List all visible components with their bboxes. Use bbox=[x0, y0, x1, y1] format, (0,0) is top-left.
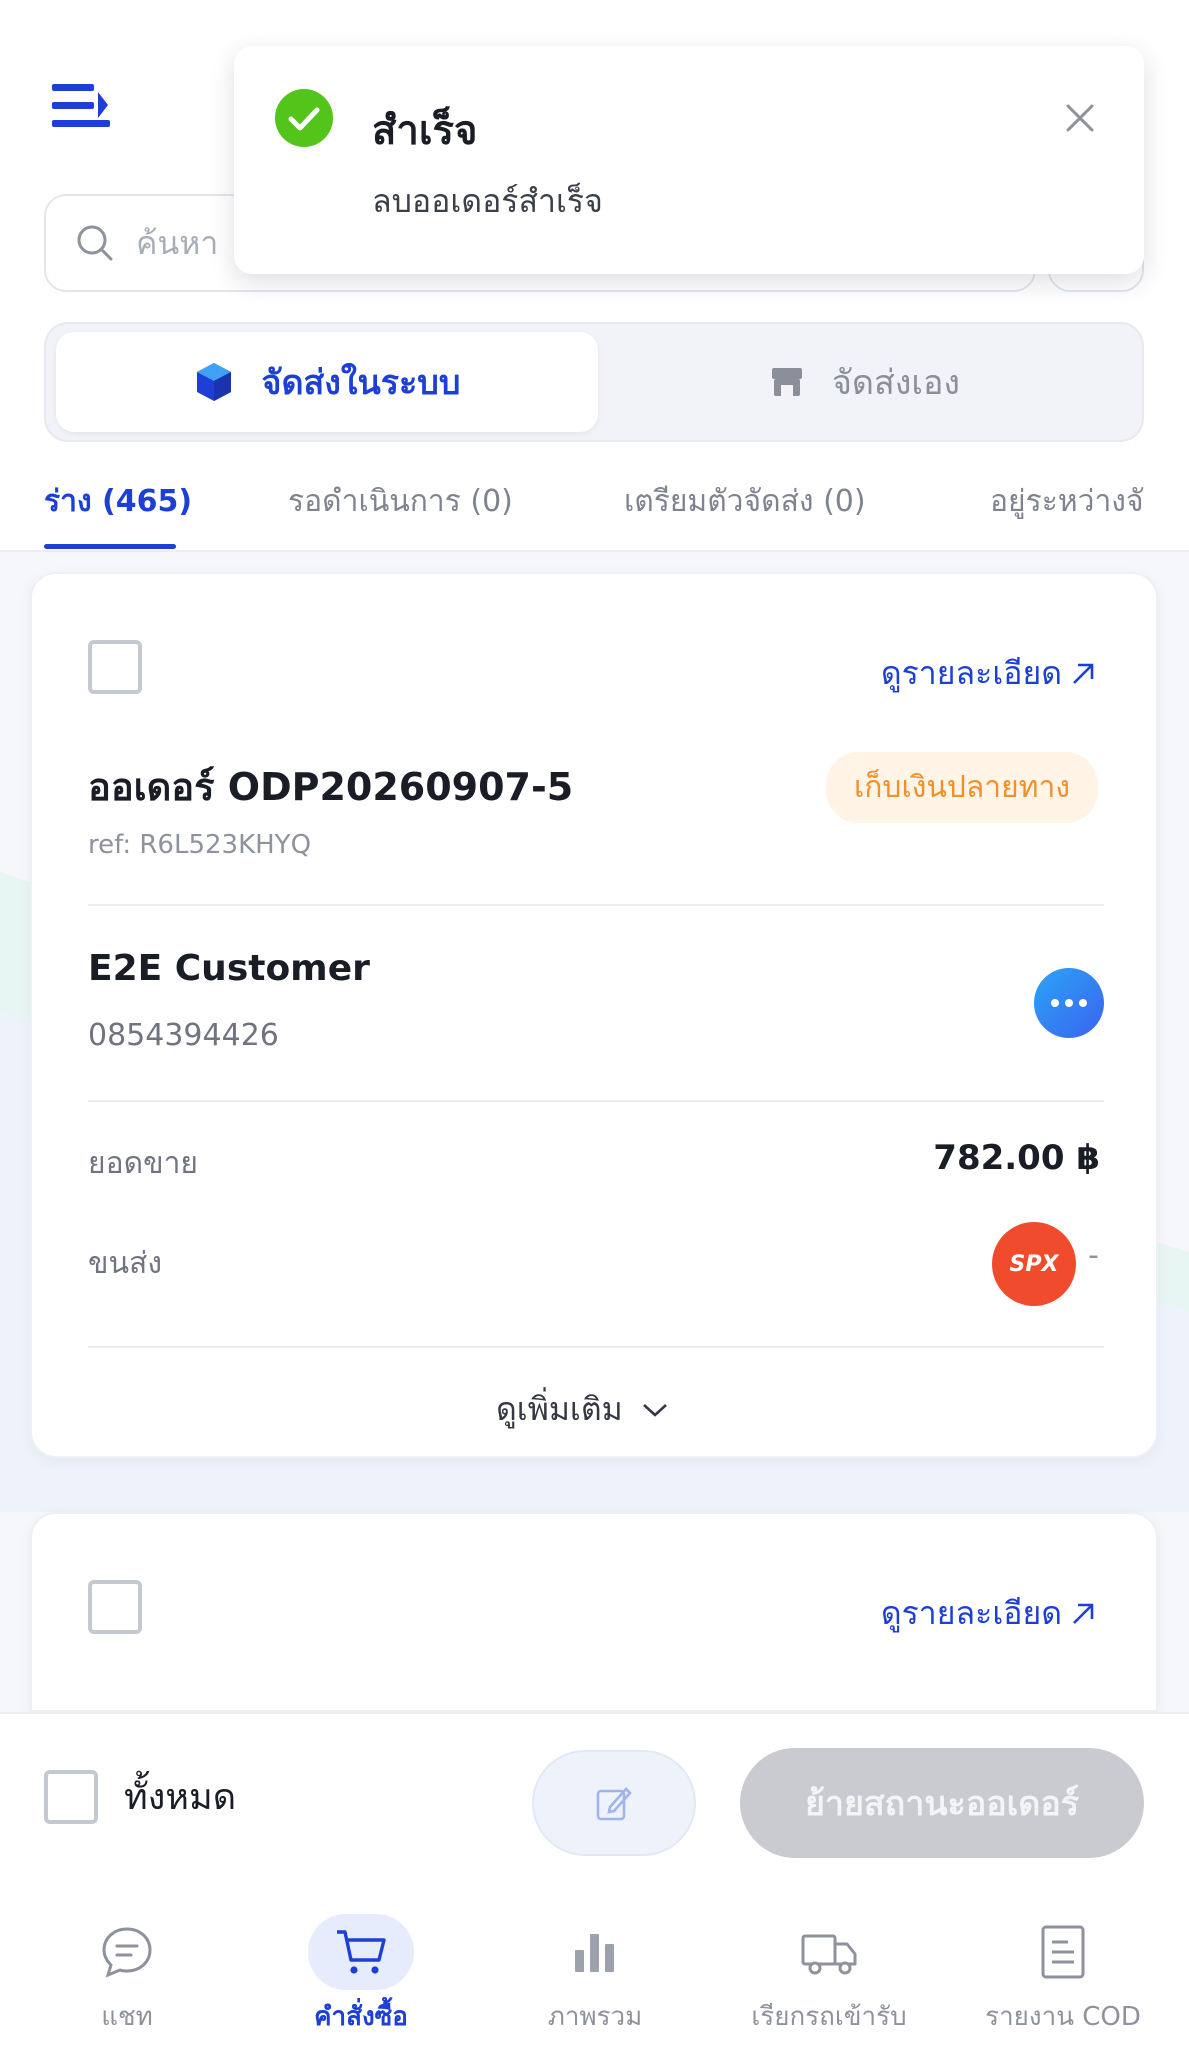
status-tabs: ร่าง (465) รอดำเนินการ (0) เตรียมตัวจัดส… bbox=[0, 460, 1189, 552]
select-all-checkbox[interactable] bbox=[44, 1769, 98, 1824]
shipping-value: - bbox=[1088, 1238, 1099, 1273]
nav-chat[interactable]: แชท bbox=[8, 1892, 246, 2046]
order-title: ออเดอร์ ODP20260907-5 bbox=[88, 765, 574, 809]
tab-pending[interactable]: รอดำเนินการ (0) bbox=[288, 478, 513, 525]
sales-label: ยอดขาย bbox=[88, 1146, 199, 1181]
segment-self-shipping[interactable]: จัดส่งเอง bbox=[594, 332, 1136, 432]
order-checkbox[interactable] bbox=[88, 1580, 142, 1634]
order-checkbox[interactable] bbox=[88, 640, 142, 694]
customer-name: E2E Customer bbox=[88, 948, 370, 989]
view-details-link[interactable]: ดูรายละเอียด bbox=[881, 1588, 1096, 1639]
order-card: ดูรายละเอียด ออเดอร์ ODP20260907-5 เก็บเ… bbox=[30, 572, 1158, 1458]
box-icon bbox=[196, 363, 231, 401]
chevron-down-icon bbox=[642, 1403, 667, 1417]
chat-bubble-icon[interactable] bbox=[1034, 968, 1104, 1038]
external-arrow-icon bbox=[1073, 663, 1094, 684]
shipping-type-segmented: จัดส่งในระบบ จัดส่งเอง bbox=[44, 322, 1144, 442]
tab-shipping[interactable]: อยู่ระหว่างจั bbox=[990, 478, 1144, 525]
bulk-edit-button[interactable] bbox=[532, 1750, 696, 1856]
view-details-label: ดูรายละเอียด bbox=[880, 1594, 1062, 1632]
toast-title: สำเร็จ bbox=[372, 108, 478, 154]
divider bbox=[88, 1100, 1104, 1102]
report-icon bbox=[1041, 1925, 1085, 1979]
customer-phone: 0854394426 bbox=[88, 1018, 279, 1053]
shipping-label: ขนส่ง bbox=[88, 1246, 162, 1281]
select-all-label: ทั้งหมด bbox=[124, 1777, 237, 1818]
nav-cod-report[interactable]: รายงาน COD bbox=[944, 1892, 1182, 2046]
segment-system-shipping[interactable]: จัดส่งในระบบ bbox=[56, 332, 598, 432]
menu-icon[interactable] bbox=[52, 82, 110, 130]
order-card: ดูรายละเอียด bbox=[30, 1512, 1158, 1712]
tab-draft[interactable]: ร่าง (465) bbox=[44, 478, 192, 525]
view-details-link[interactable]: ดูรายละเอียด bbox=[881, 648, 1096, 699]
external-arrow-icon bbox=[1073, 1603, 1094, 1624]
nav-label: เรียกรถเข้ารับ bbox=[751, 2002, 907, 2032]
spx-logo-icon: SPX bbox=[992, 1222, 1076, 1306]
store-icon bbox=[772, 368, 802, 396]
nav-overview[interactable]: ภาพรวม bbox=[476, 1892, 714, 2046]
nav-label: คำสั่งซื้อ bbox=[314, 2002, 408, 2032]
cart-icon bbox=[337, 1930, 386, 1974]
nav-label: แชท bbox=[101, 2002, 153, 2032]
nav-label: รายงาน COD bbox=[985, 2002, 1141, 2032]
segment-label: จัดส่งเอง bbox=[832, 363, 960, 403]
bar-chart-icon bbox=[575, 1934, 614, 1972]
search-icon bbox=[77, 225, 113, 261]
nav-orders[interactable]: คำสั่งซื้อ bbox=[242, 1892, 480, 2046]
view-details-label: ดูรายละเอียด bbox=[880, 654, 1062, 692]
close-icon[interactable] bbox=[1064, 102, 1096, 134]
check-circle-icon bbox=[275, 89, 333, 147]
divider bbox=[88, 904, 1104, 906]
nav-pickup[interactable]: เรียกรถเข้ารับ bbox=[710, 1892, 948, 2046]
cod-badge: เก็บเงินปลายทาง bbox=[826, 752, 1098, 823]
sales-value: 782.00 ฿ bbox=[933, 1138, 1100, 1178]
segment-label: จัดส่งในระบบ bbox=[261, 363, 461, 403]
see-more-button[interactable]: ดูเพิ่มเติม bbox=[496, 1384, 669, 1435]
nav-label: ภาพรวม bbox=[547, 2002, 643, 2032]
toast-message: ลบออเดอร์สำเร็จ bbox=[372, 182, 603, 220]
order-ref: ref: R6L523KHYQ bbox=[88, 830, 312, 860]
active-tab-indicator bbox=[44, 544, 176, 549]
truck-icon bbox=[801, 1934, 857, 1975]
success-toast: สำเร็จ ลบออเดอร์สำเร็จ bbox=[234, 46, 1144, 274]
spx-logo-text: SPX bbox=[1009, 1251, 1059, 1277]
move-order-status-button[interactable]: ย้ายสถานะออเดอร์ bbox=[740, 1748, 1144, 1858]
chat-icon bbox=[102, 1927, 152, 1978]
bottom-nav: แชท คำสั่งซื้อ ภาพรวม เรียกรถเข้ารับ ราย… bbox=[0, 1892, 1189, 2046]
tab-preparing[interactable]: เตรียมตัวจัดส่ง (0) bbox=[624, 478, 866, 525]
see-more-label: ดูเพิ่มเติม bbox=[496, 1390, 623, 1428]
divider bbox=[88, 1346, 1104, 1348]
select-all[interactable]: ทั้งหมด bbox=[44, 1768, 236, 1825]
edit-icon bbox=[596, 1787, 632, 1821]
